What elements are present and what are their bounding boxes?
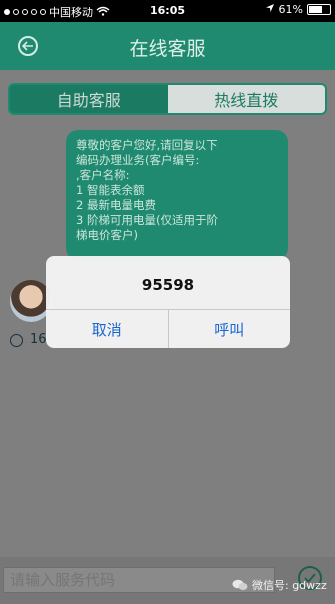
- battery-icon: [307, 4, 331, 15]
- bubble-line: 1 智能表余额: [76, 183, 145, 197]
- tab-hotline[interactable]: 热线直拨: [167, 85, 325, 113]
- watermark: 微信号: gdwzz: [232, 577, 327, 593]
- bubble-line: 梯电价客户): [76, 228, 138, 242]
- header: 在线客服: [0, 22, 335, 70]
- dialog-phone-number: 95598: [141, 276, 195, 294]
- battery-percent: 61%: [278, 3, 303, 16]
- call-button[interactable]: 呼叫: [167, 310, 291, 348]
- service-message-bubble: 尊敬的客户您好,请回复以下 编码办理业务(客户编号: ,客户名称: 1 智能表余…: [66, 130, 288, 260]
- tab-bar: 自助客服 热线直拨: [8, 83, 327, 115]
- bubble-line: 2 最新电量电费: [76, 198, 156, 212]
- status-right: 61%: [265, 3, 331, 16]
- dialog-buttons: 取消 呼叫: [46, 309, 290, 348]
- bubble-line: ,客户名称:: [76, 168, 130, 182]
- call-dialog: 95598 取消 呼叫: [46, 256, 290, 348]
- bubble-line: 编码办理业务(客户编号:: [76, 153, 200, 167]
- message-time: 16: [30, 332, 47, 347]
- cancel-button[interactable]: 取消: [46, 310, 168, 348]
- page-title: 在线客服: [129, 38, 206, 60]
- tab-self-service[interactable]: 自助客服: [10, 85, 168, 113]
- wechat-icon: [232, 579, 248, 591]
- bubble-line: 尊敬的客户您好,请回复以下: [76, 138, 218, 152]
- bubble-line: 3 阶梯可用电量(仅适用于阶: [76, 213, 218, 227]
- location-icon: [265, 3, 275, 16]
- clock-icon: [10, 334, 23, 347]
- status-bar: 中国移动 16:05 61%: [0, 0, 335, 22]
- watermark-text: 微信号: gdwzz: [252, 579, 327, 592]
